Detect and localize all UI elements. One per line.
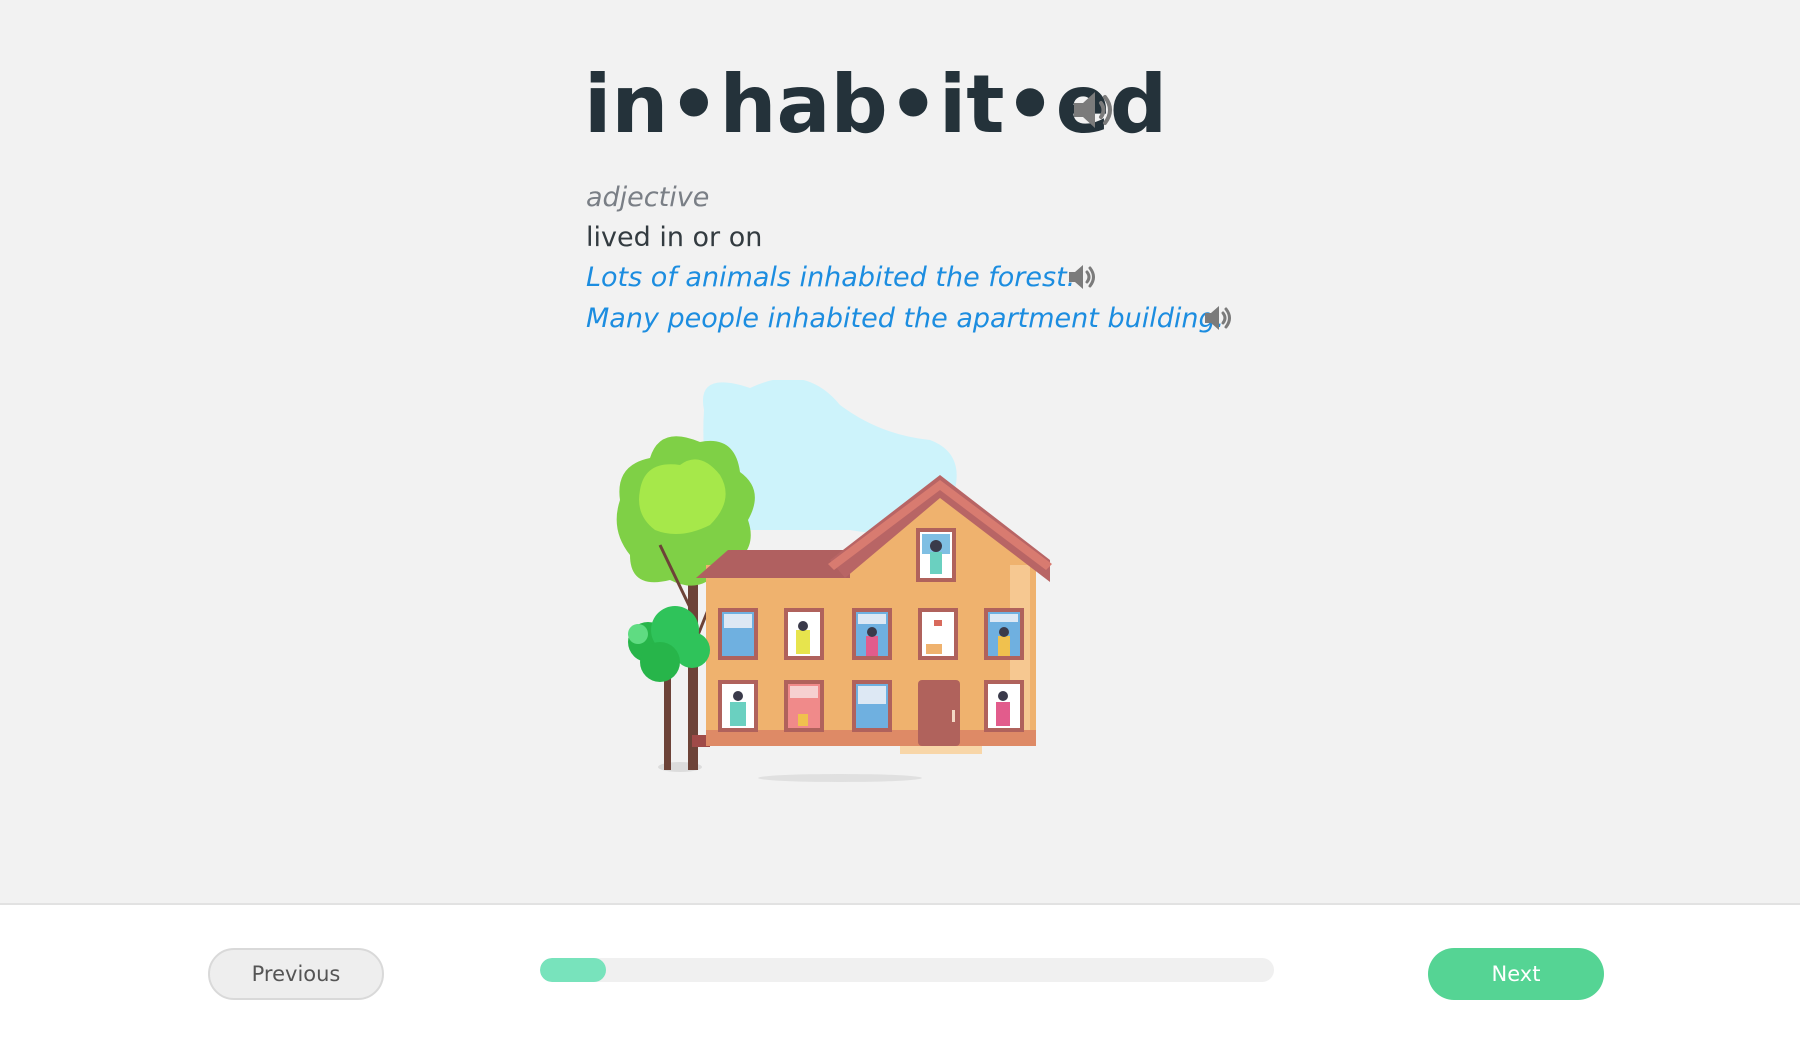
word-speaker-icon[interactable]	[1068, 84, 1120, 136]
definition-text: lived in or on	[586, 222, 763, 253]
next-button[interactable]: Next	[1428, 948, 1604, 1000]
previous-button[interactable]: Previous	[208, 948, 384, 1000]
progress-bar	[540, 958, 1274, 982]
example-sentence-2: Many people inhabited the apartment buil…	[586, 303, 1225, 334]
example-1-speaker-icon[interactable]	[1066, 260, 1100, 294]
example-sentence-1: Lots of animals inhabited the forest.	[586, 262, 1076, 293]
lesson-card: in•hab•it•ed adjective lived in or on Lo…	[0, 0, 1800, 903]
part-of-speech: adjective	[586, 182, 710, 213]
house-illustration	[616, 380, 1052, 782]
progress-fill	[540, 958, 607, 982]
example-2-speaker-icon[interactable]	[1202, 301, 1236, 335]
